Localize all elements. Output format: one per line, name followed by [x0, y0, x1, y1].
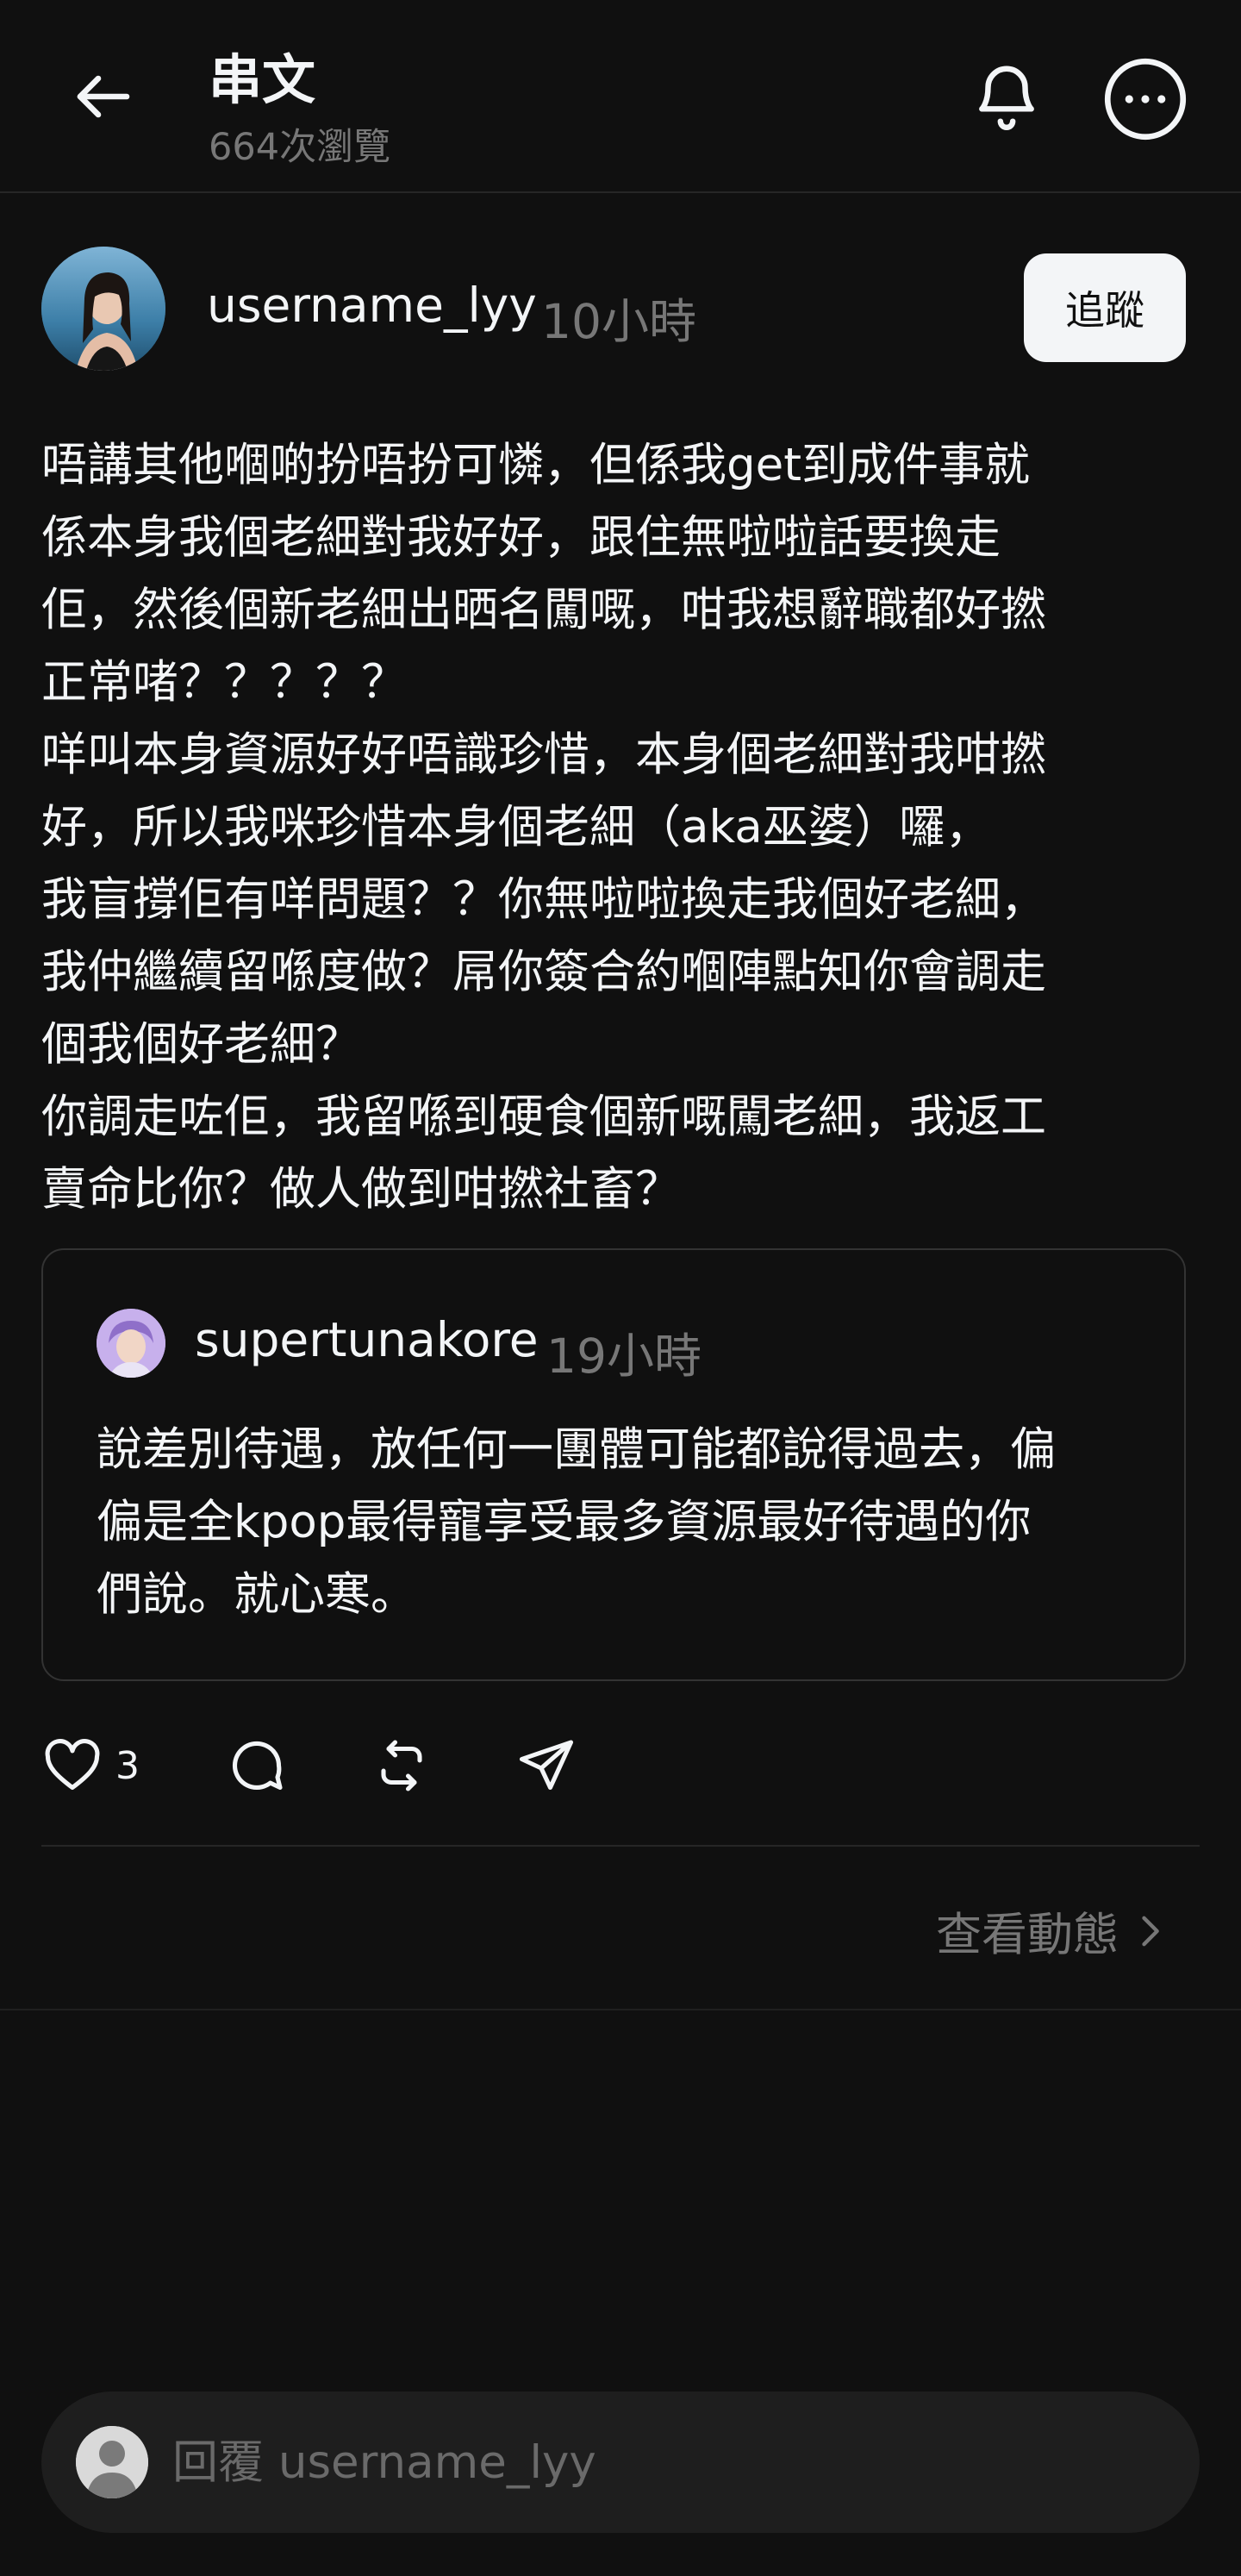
quoted-author-username[interactable]: supertunakore: [195, 1312, 539, 1367]
post-text-line: 好，所以我咪珍惜本身個老細（aka巫婆）囉，: [41, 801, 991, 853]
quoted-post-card[interactable]: supertunakore 19小時 說差別待遇，放任何一團體可能都說得過去，偏…: [41, 1248, 1186, 1681]
repost-icon: [381, 1740, 422, 1791]
post-text-line: 我仲繼續留喺度做？屌你簽合約嗰陣點知你會調走: [41, 946, 1046, 998]
quoted-text-line: 偏是全kpop最得寵享受最多資源最好待遇的你: [97, 1496, 1032, 1548]
like-button[interactable]: 3: [41, 1724, 140, 1807]
post-actions: 3: [41, 1724, 645, 1807]
heart-icon: [45, 1739, 100, 1791]
quoted-post-text: 說差別待遇，放任何一團體可能都說得過去，偏 偏是全kpop最得寵享受最多資源最好…: [97, 1414, 1165, 1631]
reply-input[interactable]: [172, 2426, 1155, 2498]
post-text-line: 咩叫本身資源好好唔識珍惜，本身個老細對我咁撚: [41, 728, 1046, 781]
repost-button[interactable]: [371, 1724, 433, 1807]
divider: [0, 2009, 1241, 2010]
post-text: 唔講其他嗰啲扮唔扮可憐，但係我get到成件事就 係本身我個老細對我好好，跟住無啦…: [41, 429, 1179, 1226]
author-avatar-image: [41, 247, 165, 371]
more-options-button[interactable]: [1100, 53, 1191, 145]
reply-bar[interactable]: [41, 2392, 1200, 2533]
post-timestamp: 10小時: [541, 294, 696, 349]
post-text-line: 我盲撐佢有咩問題？？你無啦啦換走我個好老細，: [41, 873, 1046, 926]
back-button[interactable]: [62, 55, 145, 138]
post-text-line: 佢，然後個新老細出晒名闖嘅，咁我想辭職都好撚: [41, 584, 1046, 636]
chevron-right-icon: [1142, 1916, 1159, 1947]
current-user-avatar: [76, 2426, 148, 2498]
like-count: 3: [115, 1743, 140, 1788]
quoted-avatar-image: [97, 1309, 165, 1378]
author-avatar[interactable]: [41, 247, 165, 371]
view-count: 664次瀏覽: [209, 126, 391, 169]
view-activity-link[interactable]: 查看動態: [936, 1895, 1172, 1967]
divider: [41, 1845, 1200, 1847]
post-text-line: 你調走咗佢，我留喺到硬食個新嘅闖老細，我返工: [41, 1091, 1046, 1143]
notifications-button[interactable]: [963, 53, 1050, 140]
quoted-post-timestamp: 19小時: [546, 1329, 702, 1384]
default-avatar-icon: [76, 2426, 148, 2498]
quoted-author-avatar[interactable]: [97, 1309, 165, 1378]
quoted-text-line: 說差別待遇，放任何一團體可能都說得過去，偏: [97, 1423, 1056, 1476]
view-activity-label: 查看動態: [936, 1909, 1119, 1961]
follow-button[interactable]: 追蹤: [1024, 253, 1186, 362]
back-arrow-icon: [77, 75, 130, 118]
post-text-line: 係本身我個老細對我好好，跟住無啦啦話要換走: [41, 511, 1001, 564]
post-text-line: 個我個好老細？: [41, 1018, 361, 1071]
page-title: 串文: [209, 48, 316, 111]
post-text-line: 唔講其他嗰啲扮唔扮可憐，但係我get到成件事就: [41, 439, 1031, 491]
author-username[interactable]: username_lyy: [207, 278, 537, 333]
share-button[interactable]: [515, 1724, 577, 1807]
quoted-text-line: 們說。就心寒。: [97, 1568, 416, 1621]
share-icon: [519, 1740, 574, 1791]
comment-button[interactable]: [226, 1724, 288, 1807]
more-options-icon: [1104, 58, 1187, 141]
post-text-line: 賣命比你？做人做到咁撚社畜？: [41, 1163, 681, 1216]
bell-icon: [979, 66, 1034, 130]
top-bar: 串文 664次瀏覽: [0, 0, 1241, 193]
post-text-line: 正常啫？？？？？: [41, 656, 407, 709]
thread-page: 串文 664次瀏覽 username_lyy 10小時 追蹤 唔講其他嗰啲扮唔扮…: [0, 0, 1241, 2576]
comment-icon: [232, 1741, 283, 1791]
